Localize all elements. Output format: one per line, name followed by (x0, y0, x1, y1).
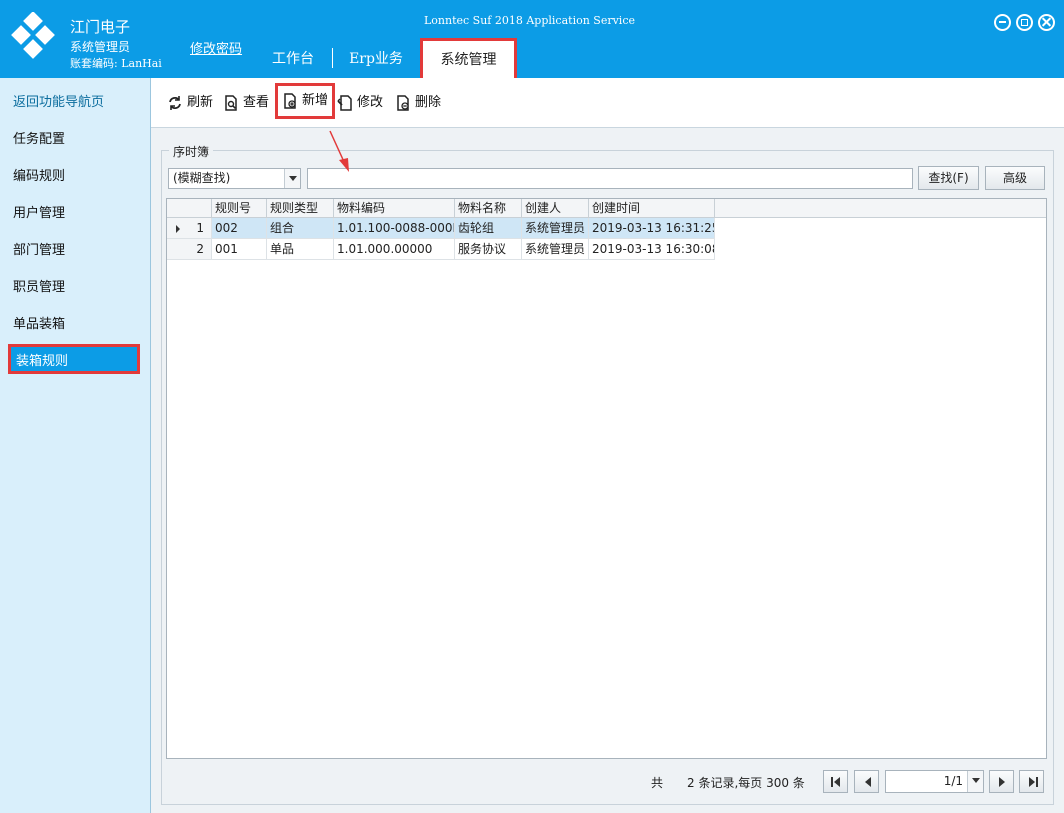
last-page-arrow (1029, 777, 1035, 787)
cell-material-code[interactable]: 1.01.000.00000 (334, 239, 455, 260)
table-row[interactable]: 2 001 单品 1.01.000.00000 服务协议 系统管理员 2019-… (167, 239, 715, 260)
cell-created-time[interactable]: 2019-03-13 16:30:08 (589, 239, 715, 260)
cell-creator[interactable]: 系统管理员 (522, 239, 589, 260)
add-document-icon (284, 93, 296, 109)
view-button[interactable]: 查看 (223, 92, 269, 114)
cell-material-name[interactable]: 齿轮组 (455, 218, 522, 239)
column-header-created-time[interactable]: 创建时间 (589, 199, 715, 218)
delete-button[interactable]: 删除 (395, 92, 441, 114)
view-label: 查看 (243, 95, 270, 110)
panel-title: 序时簿 (169, 143, 214, 160)
delete-document-icon (397, 95, 409, 111)
row-header-corner (167, 199, 212, 218)
row-index[interactable]: 2 (167, 239, 212, 260)
previous-page-button[interactable] (854, 770, 879, 793)
tab-system-management[interactable]: 系统管理 (420, 38, 517, 78)
company-name: 江门电子 (70, 18, 131, 36)
maximize-icon[interactable] (1016, 14, 1033, 31)
sidebar-item-employee-management[interactable]: 职员管理 (0, 273, 150, 303)
sidebar: 返回功能导航页 任务配置 编码规则 用户管理 部门管理 职员管理 单品装箱 装箱… (0, 78, 151, 813)
refresh-label: 刷新 (187, 95, 214, 110)
cell-rule-no[interactable]: 002 (212, 218, 267, 239)
minimize-icon[interactable] (994, 14, 1011, 31)
row-index[interactable]: 1 (167, 218, 212, 239)
sidebar-item-task-config[interactable]: 任务配置 (0, 125, 150, 155)
pager-total-label: 共 (651, 776, 664, 790)
delete-label: 删除 (415, 95, 442, 110)
add-label: 新增 (302, 93, 329, 108)
search-mode-value: (模糊查找) (173, 171, 231, 185)
column-header-rule-type[interactable]: 规则类型 (267, 199, 334, 218)
refresh-icon (169, 96, 181, 110)
sidebar-item-single-packing[interactable]: 单品装箱 (0, 310, 150, 340)
sidebar-item-code-rules[interactable]: 编码规则 (0, 162, 150, 192)
edit-label: 修改 (357, 95, 384, 110)
edit-document-icon (337, 95, 352, 111)
search-mode-select[interactable]: (模糊查找) (168, 168, 301, 189)
first-page-button[interactable] (823, 770, 848, 793)
search-input[interactable] (307, 168, 913, 189)
close-icon[interactable] (1038, 14, 1055, 31)
column-header-rule-no[interactable]: 规则号 (212, 199, 267, 218)
next-page-button[interactable] (989, 770, 1014, 793)
account-code: 账套编码: LanHai (70, 57, 162, 70)
row-index-number: 1 (196, 221, 204, 235)
column-header-material-code[interactable]: 物料编码 (334, 199, 455, 218)
first-page-icon (831, 777, 833, 787)
data-grid: 规则号 规则类型 物料编码 物料名称 创建人 创建时间 1 002 组合 1.0… (166, 198, 1047, 759)
sidebar-item-department-management[interactable]: 部门管理 (0, 236, 150, 266)
cell-rule-no[interactable]: 001 (212, 239, 267, 260)
title-bar: 江门电子 系统管理员 账套编码: LanHai 修改密码 Lonntec Suf… (0, 0, 1064, 78)
toolbar: 刷新 查看 新增 修改 删除 (151, 78, 1064, 128)
next-page-icon (999, 777, 1005, 787)
pager-record-info: 2 条记录,每页 300 条 (687, 776, 805, 790)
view-document-icon (225, 95, 237, 111)
advanced-search-button[interactable]: 高级 (985, 166, 1045, 190)
column-header-creator[interactable]: 创建人 (522, 199, 589, 218)
tab-workbench[interactable]: 工作台 (258, 44, 328, 78)
table-row[interactable]: 1 002 组合 1.01.100-0088-000P 齿轮组 系统管理员 20… (167, 218, 715, 239)
page-select[interactable]: 1/1 (885, 770, 984, 793)
chevron-down-icon[interactable] (967, 771, 983, 792)
sidebar-item-back-to-nav[interactable]: 返回功能导航页 (0, 88, 150, 118)
find-button[interactable]: 查找(F) (918, 166, 979, 190)
column-header-material-name[interactable]: 物料名称 (455, 199, 522, 218)
previous-page-icon (865, 777, 871, 787)
user-name: 系统管理员 (70, 40, 131, 54)
cell-material-code[interactable]: 1.01.100-0088-000P (334, 218, 455, 239)
last-page-button[interactable] (1019, 770, 1044, 793)
app-title: Lonntec Suf 2018 Application Service (424, 14, 635, 27)
grid-header: 规则号 规则类型 物料编码 物料名称 创建人 创建时间 (167, 199, 1046, 218)
current-row-icon (176, 225, 180, 233)
chevron-down-icon[interactable] (284, 169, 300, 188)
edit-button[interactable]: 修改 (337, 92, 383, 114)
page-value: 1/1 (943, 774, 963, 788)
company-logo-icon (11, 12, 55, 59)
add-button[interactable]: 新增 (275, 83, 336, 119)
cell-created-time[interactable]: 2019-03-13 16:31:25 (589, 218, 715, 239)
change-password-link[interactable]: 修改密码 (190, 38, 242, 57)
cell-rule-type[interactable]: 组合 (267, 218, 334, 239)
sidebar-item-user-management[interactable]: 用户管理 (0, 199, 150, 229)
cell-material-name[interactable]: 服务协议 (455, 239, 522, 260)
row-index-number: 2 (196, 242, 204, 256)
tab-divider (332, 48, 333, 68)
first-page-arrow (834, 777, 840, 787)
cell-rule-type[interactable]: 单品 (267, 239, 334, 260)
cell-creator[interactable]: 系统管理员 (522, 218, 589, 239)
main-content: 序时簿 (模糊查找) 查找(F) 高级 规则号 规则类型 物料编码 物料名称 创… (151, 128, 1064, 813)
refresh-button[interactable]: 刷新 (167, 92, 213, 114)
last-page-icon (1036, 777, 1038, 787)
sidebar-item-packing-rules[interactable]: 装箱规则 (8, 344, 140, 374)
tab-erp[interactable]: Erp业务 (340, 44, 412, 78)
